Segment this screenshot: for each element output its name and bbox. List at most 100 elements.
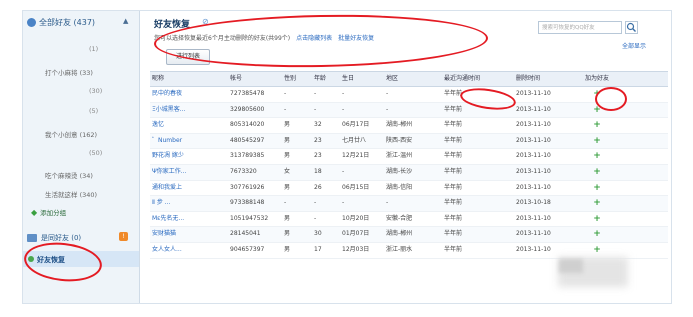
- sidebar-group-item[interactable]: (5): [89, 107, 98, 115]
- show-all-link[interactable]: 全部显示: [622, 41, 646, 50]
- search-icon[interactable]: [625, 21, 638, 34]
- table-cell: 2013-11-10: [516, 167, 551, 175]
- sidebar-group-item[interactable]: (30): [89, 87, 102, 95]
- sidebar-group-item[interactable]: 我个小创意 (162): [45, 129, 97, 139]
- table-cell: 23: [314, 152, 322, 160]
- table-cell: 1051947532: [230, 214, 269, 222]
- table-row[interactable]: ゜Number 480545297 男 23 七月廿八 陕西-西安 半年前 2013-11-1…: [150, 133, 668, 150]
- table-cell: 904657397: [230, 245, 265, 253]
- table-cell: 2013-11-10: [516, 183, 551, 191]
- table-cell[interactable]: Ψ你家工作...: [150, 165, 228, 180]
- add-group-button[interactable]: ◆ 添加分组: [31, 207, 66, 218]
- add-friend-icon[interactable]: +: [576, 212, 616, 227]
- table-cell: 26: [314, 183, 322, 191]
- table-cell: 半年前: [444, 136, 463, 144]
- table-cell: 30: [314, 230, 322, 238]
- sidebar-group-item[interactable]: (1): [89, 45, 98, 53]
- add-friend-icon[interactable]: +: [576, 134, 616, 149]
- table-row[interactable]: Ψ你家工作... 7673320 女 18 - 湖南-长沙 半年前 2013-11-10 +: [150, 164, 668, 181]
- table-cell: 浙江-丽水: [386, 245, 413, 253]
- table-cell: 湖南-长沙: [386, 167, 413, 175]
- sidebar-group-item[interactable]: 吃个麻辣烫 (34): [45, 170, 93, 180]
- add-friend-icon[interactable]: +: [576, 196, 616, 211]
- table-row[interactable]: 民中的春夜 727385478 - - - - 半年前 2013-11-10 +: [150, 87, 668, 103]
- add-friend-icon[interactable]: +: [576, 227, 616, 242]
- table-cell: 313789385: [230, 152, 265, 160]
- add-friend-icon[interactable]: +: [576, 87, 616, 102]
- table-cell: 半年前: [444, 183, 463, 191]
- table-cell: 2013-11-10: [516, 121, 551, 129]
- table-cell: 半年前: [444, 230, 463, 238]
- friends-icon: [27, 18, 36, 27]
- table-cell: 06月15日: [342, 183, 370, 191]
- table-cell[interactable]: Ξ小城黑客...: [150, 103, 228, 118]
- add-friend-icon[interactable]: +: [576, 243, 616, 258]
- strangers-label: 是同好友 (0): [41, 234, 82, 242]
- column-header[interactable]: 性别: [282, 72, 312, 86]
- list-button[interactable]: 进行列表: [166, 49, 210, 65]
- collapse-caret-icon[interactable]: ▲: [123, 17, 128, 25]
- table-cell[interactable]: ゜Number: [150, 134, 228, 149]
- search-input[interactable]: 搜索可恢复的QQ好友: [538, 21, 622, 34]
- column-header[interactable]: 最近沟通时间: [442, 72, 514, 86]
- add-friend-icon[interactable]: +: [576, 149, 616, 164]
- column-header[interactable]: 帐号: [228, 72, 282, 86]
- description-text: 您可以选择恢复最近6个月主动删除的好友(共99个): [154, 35, 291, 42]
- strangers-group[interactable]: 是同好友 (0): [27, 233, 81, 243]
- column-header[interactable]: 年龄: [312, 72, 340, 86]
- column-header[interactable]: 加为好友: [576, 72, 616, 86]
- sidebar-group-item[interactable]: 打个小麻将 (33): [45, 67, 93, 77]
- table-cell: 半年前: [444, 214, 463, 222]
- add-friend-icon[interactable]: +: [576, 181, 616, 196]
- plus-icon: ◆: [31, 207, 38, 217]
- table-cell: 17: [314, 245, 322, 253]
- table-cell: 男: [284, 214, 291, 222]
- table-cell: 男: [284, 121, 291, 129]
- table-cell[interactable]: 野花凋 嫁少: [150, 149, 228, 164]
- table-cell: 半年前: [444, 121, 463, 129]
- column-header[interactable]: 生日: [340, 72, 384, 86]
- table-cell[interactable]: 逸忆: [150, 118, 228, 133]
- table-row[interactable]: Ⅱ 步 ... 973388148 - - - - 半年前 2013-10-18 +: [150, 196, 668, 212]
- table-cell: 06月17日: [342, 121, 370, 129]
- table-row[interactable]: 野花凋 嫁少 313789385 男 23 12月21日 浙江-温州 半年前 2013-11-…: [150, 149, 668, 165]
- sidebar-group-item[interactable]: (50): [89, 149, 102, 157]
- table-row[interactable]: 安财猫猫 28145041 男 30 01月07日 湖南-郴州 半年前 2013-11-10 +: [150, 227, 668, 243]
- table-cell: 12月03日: [342, 245, 370, 253]
- table-cell: 浙江-温州: [386, 152, 413, 160]
- table-row[interactable]: Mε先名无... 1051947532 男 - 10月20日 安徽-合肥 半年前 2013-1…: [150, 212, 668, 228]
- column-header[interactable]: 昵称: [150, 72, 228, 86]
- batch-recover-link[interactable]: 批量好友恢复: [338, 35, 374, 42]
- friend-recovery-label: 好友恢复: [37, 256, 65, 264]
- hide-list-link[interactable]: 点击隐藏列表: [296, 35, 332, 42]
- table-cell: 男: [284, 152, 291, 160]
- table-cell[interactable]: 女人女人...: [150, 243, 228, 258]
- help-icon[interactable]: ⊘: [202, 17, 209, 26]
- table-cell[interactable]: 通和我爱上: [150, 181, 228, 196]
- table-cell: 2013-11-10: [516, 136, 551, 144]
- all-friends-label: 全部好友 (437): [39, 18, 96, 27]
- column-header[interactable]: 删除时间: [514, 72, 576, 86]
- table-cell[interactable]: Ⅱ 步 ...: [150, 196, 228, 211]
- table-row[interactable]: 通和我爱上 307761926 男 26 06月15日 湖南-信阳 半年前 2013-11-1…: [150, 181, 668, 197]
- table-row[interactable]: 逸忆 805314020 男 32 06月17日 湖南-郴州 半年前 2013-11-10 +: [150, 118, 668, 134]
- add-friend-icon[interactable]: +: [576, 103, 616, 118]
- table-cell[interactable]: Mε先名无...: [150, 212, 228, 227]
- table-row[interactable]: Ξ小城黑客... 329805600 - - - - 半年前 2013-11-10 +: [150, 102, 668, 119]
- table-cell[interactable]: 民中的春夜: [150, 87, 228, 102]
- table-cell: 男: [284, 136, 291, 144]
- add-friend-icon[interactable]: +: [576, 165, 616, 180]
- table-cell: -: [342, 90, 345, 97]
- table-cell: 七月廿八: [342, 136, 367, 144]
- recovery-table: 昵称 帐号 性别 年龄 生日 地区 最近沟通时间 删除时间 加为好友 民中的春夜…: [150, 71, 668, 259]
- table-cell[interactable]: 安财猫猫: [150, 227, 228, 242]
- notification-badge-icon[interactable]: !: [119, 232, 128, 241]
- table-cell: 2013-10-18: [516, 199, 551, 207]
- table-cell: -: [342, 105, 345, 113]
- all-friends-header[interactable]: 全部好友 (437): [27, 17, 95, 28]
- sidebar-group-item[interactable]: 生活就这样 (340): [45, 189, 97, 199]
- table-cell: 陕西-西安: [386, 136, 413, 144]
- table-cell: 湖南-信阳: [386, 183, 413, 191]
- add-friend-icon[interactable]: +: [576, 118, 616, 133]
- column-header[interactable]: 地区: [384, 72, 442, 86]
